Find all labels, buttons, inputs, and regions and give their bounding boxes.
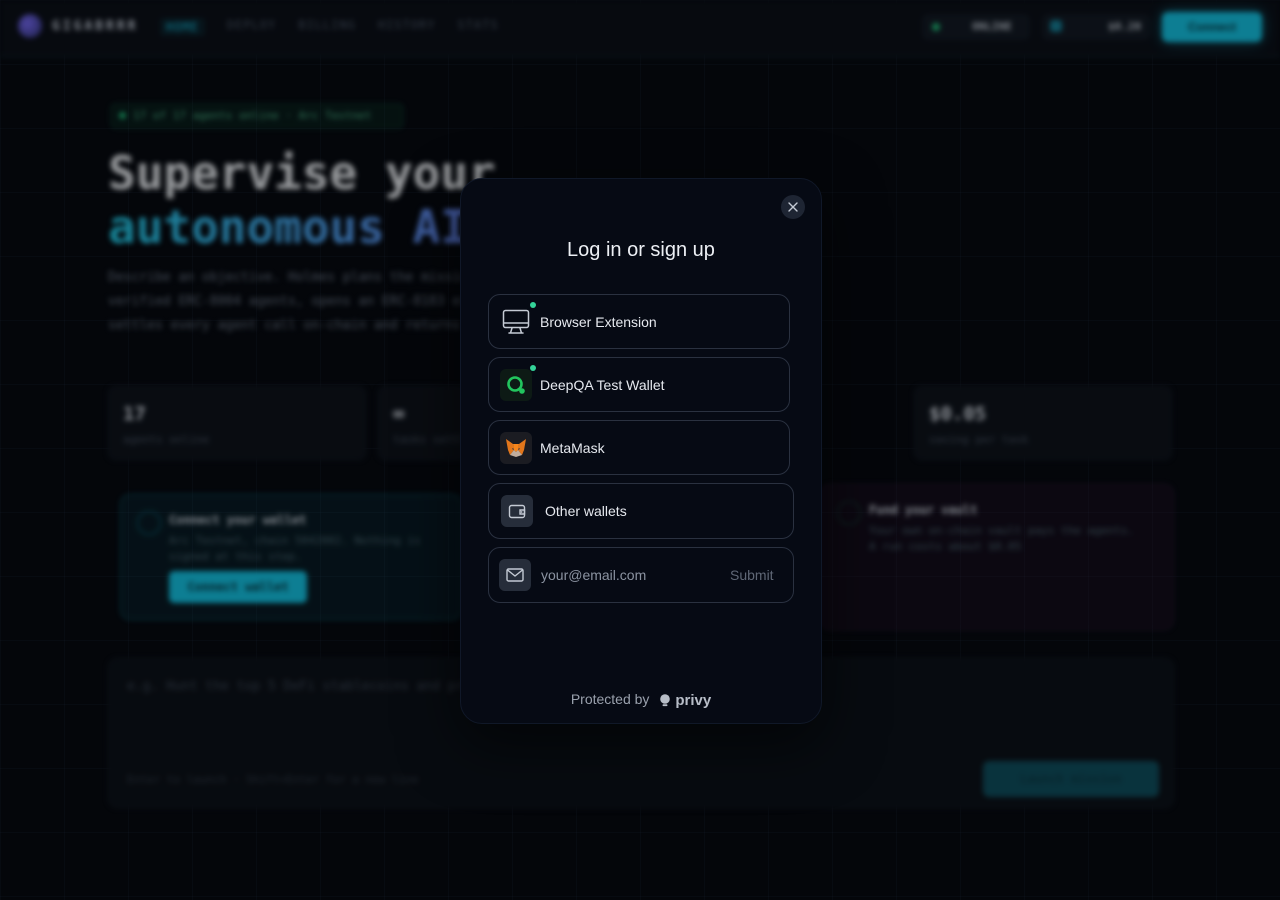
close-icon: [788, 202, 798, 212]
privy-wordmark: privy: [675, 691, 712, 709]
login-option-metamask[interactable]: MetaMask: [488, 420, 790, 475]
login-option-label: Browser Extension: [540, 314, 657, 330]
detected-dot-icon: [530, 365, 536, 371]
privy-logo-icon: [660, 694, 671, 707]
monitor-icon: [500, 306, 532, 338]
protected-by-text: Protected by: [570, 691, 650, 707]
detected-dot-icon: [530, 302, 536, 308]
modal-footer: Protected by privy: [461, 691, 821, 709]
login-option-label: DeepQA Test Wallet: [540, 377, 665, 393]
privy-logo: privy: [659, 692, 711, 709]
login-option-label: MetaMask: [540, 440, 605, 456]
deepqa-logo-icon: [500, 369, 532, 401]
submit-button[interactable]: Submit: [730, 567, 774, 583]
login-option-other-wallets[interactable]: Other wallets: [488, 483, 794, 539]
mail-icon: [499, 559, 531, 591]
close-button[interactable]: [781, 195, 805, 219]
email-input[interactable]: [541, 564, 711, 586]
login-modal: Log in or sign up Browser Extension Deep…: [460, 178, 822, 724]
login-option-label: Other wallets: [545, 503, 627, 519]
modal-title: Log in or sign up: [567, 239, 715, 261]
login-option-deepqa-wallet[interactable]: DeepQA Test Wallet: [488, 357, 790, 412]
wallet-icon: [501, 495, 533, 527]
metamask-fox-icon: [500, 432, 532, 464]
login-option-browser-extension[interactable]: Browser Extension: [488, 294, 790, 349]
email-login-field: Submit: [488, 547, 794, 603]
